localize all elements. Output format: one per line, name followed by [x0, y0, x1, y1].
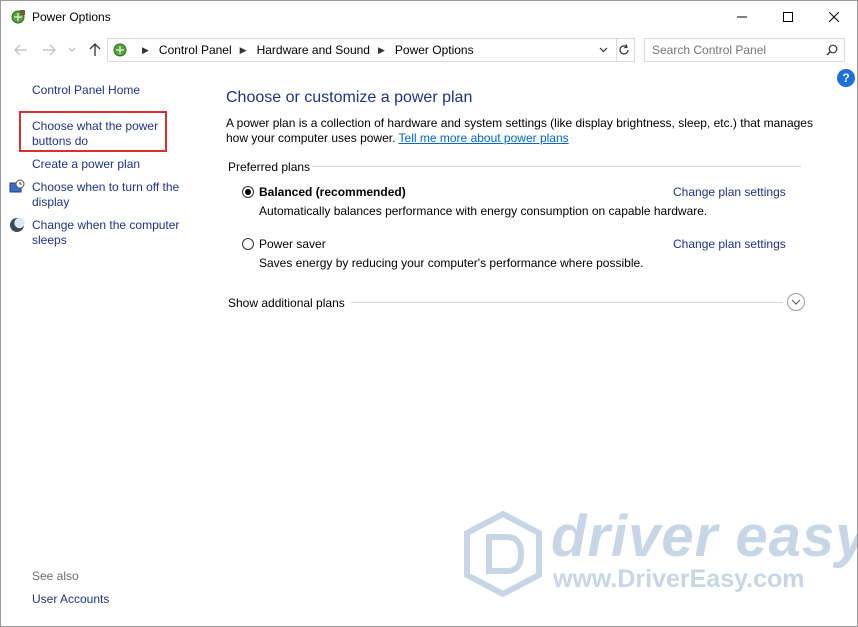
breadcrumb: ▶ Control Panel ▶ Hardware and Sound ▶ P… [134, 39, 474, 61]
recent-locations-chevron-icon[interactable] [65, 40, 79, 60]
power-saver-change-settings-link[interactable]: Change plan settings [673, 237, 786, 251]
plan-description: A power plan is a collection of hardware… [226, 116, 816, 146]
power-options-window: Power Options ▶ Control Panel ▶ Hardware… [0, 0, 858, 627]
expand-button[interactable] [787, 293, 805, 311]
choose-power-buttons-link[interactable]: Choose what the power buttons do [32, 119, 164, 149]
breadcrumb-separator-icon[interactable]: ▶ [240, 45, 247, 56]
balanced-change-settings-link[interactable]: Change plan settings [673, 185, 786, 199]
up-arrow-icon[interactable] [85, 40, 105, 60]
address-bar[interactable]: ▶ Control Panel ▶ Hardware and Sound ▶ P… [107, 38, 617, 62]
turn-off-display-link[interactable]: Choose when to turn off the display [32, 180, 192, 210]
title-bar: Power Options [1, 1, 857, 33]
breadcrumb-hardware-and-sound[interactable]: Hardware and Sound [257, 43, 370, 57]
user-accounts-link[interactable]: User Accounts [32, 592, 109, 607]
balanced-radio[interactable] [242, 186, 254, 198]
back-arrow-icon[interactable] [11, 40, 31, 60]
display-clock-icon [9, 179, 25, 195]
breadcrumb-power-options[interactable]: Power Options [395, 43, 474, 57]
power-saver-plan-name[interactable]: Power saver [259, 237, 326, 251]
breadcrumb-control-panel[interactable]: Control Panel [159, 43, 232, 57]
see-also-heading: See also [32, 569, 79, 583]
search-input[interactable] [652, 43, 822, 57]
watermark-url: www.DriverEasy.com [553, 565, 805, 593]
power-options-icon [10, 9, 26, 25]
forward-arrow-icon[interactable] [39, 40, 59, 60]
breadcrumb-separator-icon[interactable]: ▶ [378, 45, 385, 56]
refresh-icon [619, 44, 629, 55]
refresh-button[interactable] [614, 38, 635, 62]
preferred-plans-label: Preferred plans [228, 160, 311, 174]
divider [312, 166, 801, 167]
watermark-brand: driver easy [551, 504, 858, 569]
window-title: Power Options [32, 10, 111, 24]
navigation-bar: ▶ Control Panel ▶ Hardware and Sound ▶ P… [1, 36, 857, 64]
balanced-plan-name[interactable]: Balanced (recommended) [259, 185, 406, 199]
power-saver-radio[interactable] [242, 238, 254, 250]
chevron-down-icon [791, 299, 801, 305]
control-panel-icon [112, 42, 128, 58]
control-panel-home-link[interactable]: Control Panel Home [32, 83, 140, 98]
help-button[interactable]: ? [837, 69, 855, 87]
power-saver-plan-desc: Saves energy by reducing your computer's… [259, 256, 644, 270]
create-power-plan-link[interactable]: Create a power plan [32, 157, 140, 172]
balanced-plan-desc: Automatically balances performance with … [259, 204, 708, 218]
watermark: driver easy www.DriverEasy.com [463, 504, 857, 598]
page-title: Choose or customize a power plan [226, 89, 473, 106]
search-box[interactable] [644, 38, 845, 62]
moon-icon [9, 217, 25, 233]
tell-me-more-link[interactable]: Tell me more about power plans [399, 131, 569, 145]
close-button[interactable] [811, 1, 857, 33]
breadcrumb-separator-icon[interactable]: ▶ [142, 45, 149, 56]
computer-sleeps-link[interactable]: Change when the computer sleeps [32, 218, 192, 248]
maximize-button[interactable] [765, 1, 811, 33]
show-additional-plans-label[interactable]: Show additional plans [228, 296, 345, 310]
divider [351, 302, 783, 303]
driver-easy-logo-icon [463, 510, 543, 602]
address-dropdown-chevron-icon[interactable] [596, 42, 610, 58]
minimize-button[interactable] [719, 1, 765, 33]
search-icon[interactable] [826, 43, 838, 61]
